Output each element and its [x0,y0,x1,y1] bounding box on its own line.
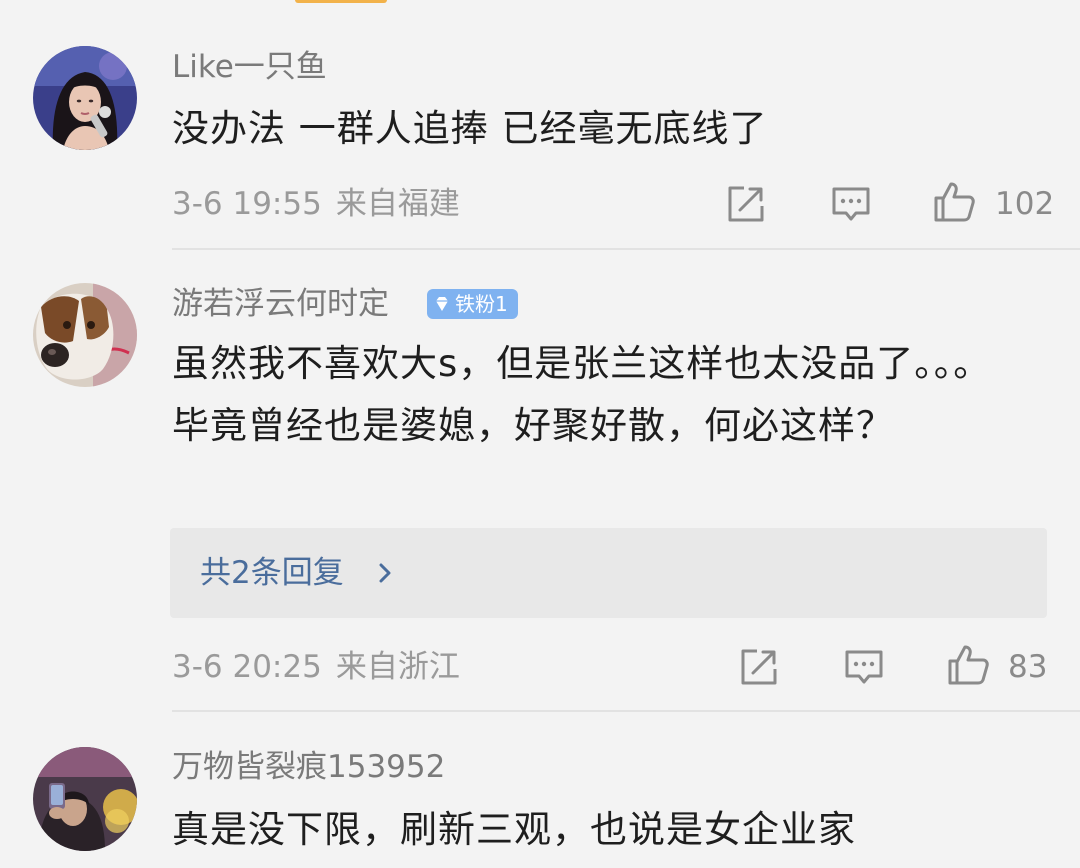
comment-item: 万物皆裂痕153952 真是没下限，刷新三观，也说是女企业家 [0,0,1080,868]
username[interactable]: 万物皆裂痕153952 [172,747,445,787]
avatar[interactable] [33,747,137,851]
comment-text: 真是没下限，刷新三观，也说是女企业家 [172,808,856,851]
